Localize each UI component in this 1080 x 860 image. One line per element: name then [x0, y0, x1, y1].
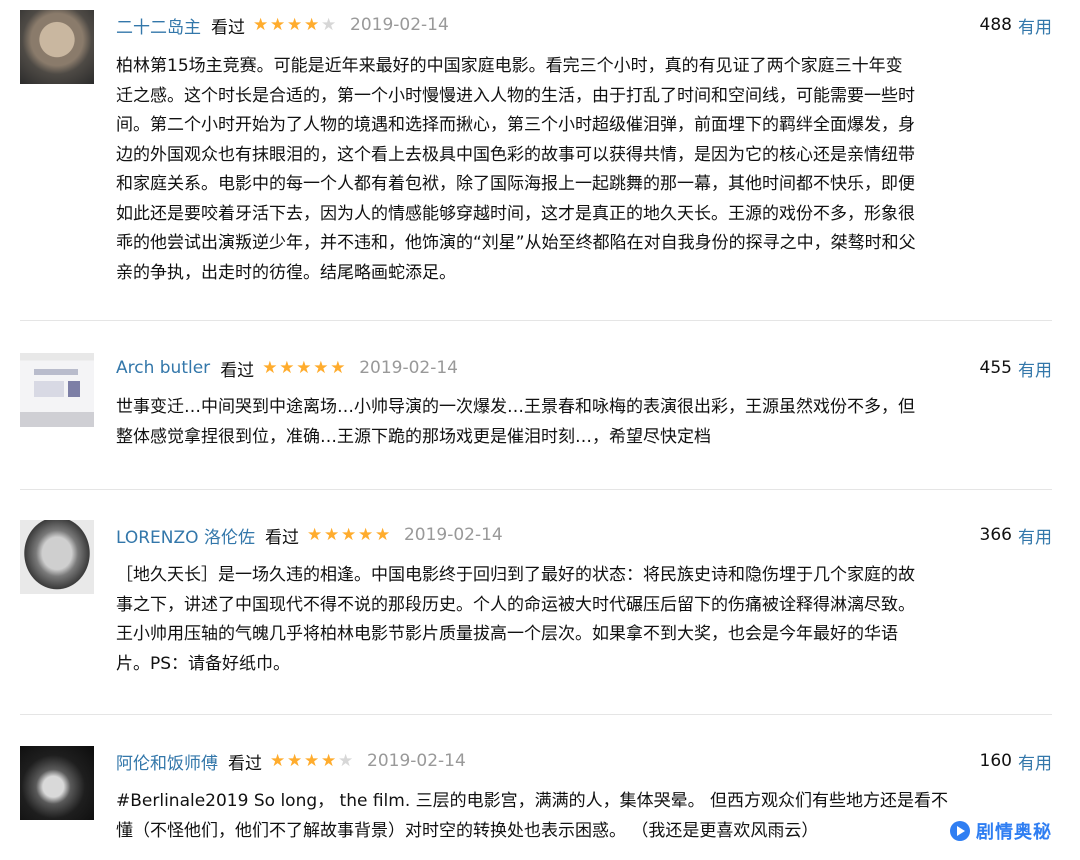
rating-stars: ★ ★ ★ ★ ★: [262, 357, 347, 378]
review-text: 世事变迁…中间哭到中途离场…小帅导演的一次爆发…王景春和咏梅的表演很出彩，王源虽…: [116, 393, 1052, 452]
divider: [20, 489, 1052, 490]
useful-button[interactable]: 有用: [1018, 749, 1052, 774]
review-line: #Berlinale2019 So long， the film. 三层的电影宫…: [116, 791, 949, 811]
vote-area: 366 有用: [980, 520, 1052, 550]
review-line: ［地久天长］是一场久违的相逢。中国电影终于回归到了最好的状态：将民族史诗和隐伤埋…: [116, 565, 915, 585]
username-link[interactable]: 阿伦和饭师傅: [116, 749, 218, 774]
username-link[interactable]: LORENZO 洛伦佐: [116, 523, 255, 548]
vote-count: 366: [979, 525, 1012, 545]
divider: [20, 320, 1052, 321]
vote-count: 160: [979, 751, 1012, 771]
useful-button[interactable]: 有用: [1018, 13, 1052, 38]
review-date: 2019-02-14: [367, 751, 466, 771]
star-icon: ★: [340, 524, 357, 545]
review-header: LORENZO 洛伦佐 看过 ★ ★ ★ ★ ★ 2019-02-14: [116, 520, 1052, 550]
review-line: 乖的他尝试出演叛逆少年，并不违和，他饰演的“刘星”从始至终都陷在对自我身份的探寻…: [116, 233, 916, 253]
review-text: #Berlinale2019 So long， the film. 三层的电影宫…: [116, 787, 1052, 846]
review-line: 边的外国观众也有抹眼泪的，这个看上去极具中国色彩的故事可以获得共情，是因为它的核…: [116, 144, 915, 165]
review-header: 阿伦和饭师傅 看过 ★ ★ ★ ★ ★ 2019-02-14: [116, 746, 1052, 776]
watermark: 剧情奥秘: [944, 816, 1058, 846]
review-line: 整体感觉拿捏很到位，准确…王源下跪的那场戏更是催泪时刻…，希望尽快定档: [116, 426, 711, 447]
review-date: 2019-02-14: [350, 15, 449, 35]
rating-stars: ★ ★ ★ ★ ★: [306, 524, 392, 545]
star-icon: ★: [323, 524, 340, 545]
star-icon: ★: [270, 750, 286, 771]
review-line: 片。PS：请备好纸巾。: [116, 653, 291, 674]
useful-button[interactable]: 有用: [1018, 523, 1052, 548]
review-line: 如此还是要咬着牙活下去，因为人的情感能够穿越时间，这才是真正的地久天长。王源的戏…: [116, 203, 915, 224]
username-link[interactable]: Arch butler: [116, 358, 210, 378]
watermark-text: 剧情奥秘: [976, 822, 1052, 843]
vote-area: 455 有用: [980, 353, 1052, 383]
vote-area: 488 有用: [980, 10, 1052, 40]
review-line: 间。第二个小时开始为了人物的境遇和选择而揪心，第三个小时超级催泪弹，前面埋下的羁…: [116, 115, 915, 135]
rating-stars: ★ ★ ★ ★ ★: [270, 750, 355, 771]
review-line: 柏林第15场主竞赛。可能是近年来最好的中国家庭电影。看完三个小时，真的有见证了两…: [116, 56, 903, 76]
review-date: 2019-02-14: [359, 358, 458, 378]
review-line: 亲的争执，出走时的彷徨。结尾略画蛇添足。: [116, 262, 456, 283]
user-avatar[interactable]: [20, 10, 94, 84]
watch-status: 看过: [211, 17, 245, 38]
star-icon: ★: [270, 14, 286, 35]
user-avatar[interactable]: [20, 520, 94, 594]
review-line: 事之下，讲述了中国现代不得不说的那段历史。个人的命运被大时代碾压后留下的伤痛被诠…: [116, 594, 915, 615]
star-icon: ★: [287, 14, 303, 35]
star-icon: ★: [330, 357, 346, 378]
vote-count: 455: [979, 358, 1012, 378]
star-icon: ★: [313, 357, 329, 378]
star-icon: ★: [357, 524, 374, 545]
watch-status: 看过: [264, 527, 299, 548]
review-header: 二十二岛主 看过 ★ ★ ★ ★ ★ 2019-02-14: [116, 10, 1052, 40]
vote-count: 488: [979, 15, 1012, 35]
review-text: ［地久天长］是一场久违的相逢。中国电影终于回归到了最好的状态：将民族史诗和隐伤埋…: [116, 561, 1052, 679]
vote-area: 160 有用: [980, 746, 1052, 776]
review-header: Arch butler 看过 ★ ★ ★ ★ ★ 2019-02-14: [116, 353, 1052, 383]
star-icon: ★: [304, 750, 320, 771]
star-icon: ★: [321, 750, 337, 771]
user-avatar[interactable]: [20, 746, 94, 820]
review-line: 和家庭关系。电影中的每一个人都有着包袱，除了国际海报上一起跳舞的那一幕，其他时间…: [116, 174, 915, 194]
star-icon: ★: [374, 524, 391, 545]
useful-button[interactable]: 有用: [1018, 356, 1052, 381]
star-empty-icon: ★: [321, 14, 337, 35]
star-empty-icon: ★: [338, 750, 354, 771]
star-icon: ★: [306, 524, 323, 545]
star-icon: ★: [304, 14, 320, 35]
watch-status: 看过: [220, 360, 255, 381]
divider: [20, 714, 1052, 715]
play-badge-icon: [950, 821, 970, 841]
star-icon: ★: [253, 14, 269, 35]
star-icon: ★: [262, 357, 278, 378]
review-line: 王小帅用压轴的气魄几乎将柏林电影节影片质量拔高一个层次。如果拿不到大奖，也会是今…: [116, 624, 898, 644]
review-text: 柏林第15场主竞赛。可能是近年来最好的中国家庭电影。看完三个小时，真的有见证了两…: [116, 52, 1052, 288]
user-avatar[interactable]: [20, 353, 94, 427]
star-icon: ★: [279, 357, 295, 378]
review-date: 2019-02-14: [403, 525, 503, 545]
star-icon: ★: [296, 357, 312, 378]
username-link[interactable]: 二十二岛主: [116, 13, 201, 38]
review-line: 世事变迁…中间哭到中途离场…小帅导演的一次爆发…王景春和咏梅的表演很出彩，王源虽…: [116, 397, 915, 417]
review-line: 懂（不怪他们，他们不了解故事背景）对时空的转换处也表示困惑。 （我还是更喜欢风雨…: [116, 820, 819, 841]
watch-status: 看过: [228, 753, 262, 774]
review-line: 迁之感。这个时长是合适的，第一个小时慢慢进入人物的生活，由于打乱了时间和空间线，…: [116, 85, 915, 106]
star-icon: ★: [287, 750, 303, 771]
rating-stars: ★ ★ ★ ★ ★: [253, 14, 338, 35]
